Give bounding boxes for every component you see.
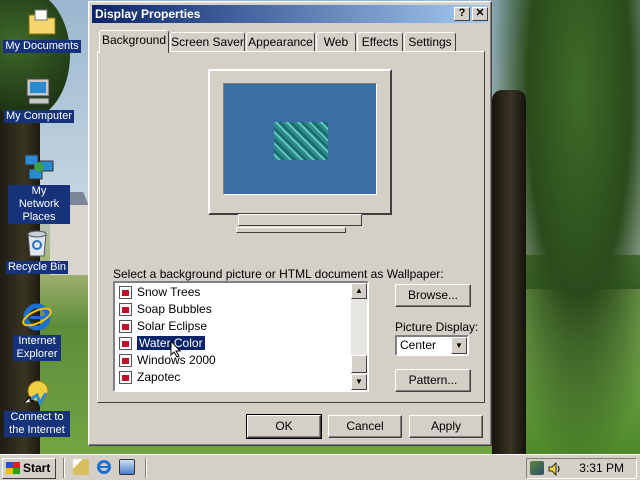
desktop-icon-label: My Documents [3,40,81,53]
tab-web[interactable]: Web [316,32,356,52]
ie-quicklaunch-icon[interactable] [96,459,112,475]
picture-display-value: Center [400,338,437,352]
tab-screen-saver[interactable]: Screen Saver [170,32,245,52]
list-item[interactable]: Zapotec [119,369,180,386]
desktop-icon-label-block: Internet Explorer [13,335,61,361]
wallpaper-trunk-right [492,90,526,454]
html-file-icon [119,320,132,333]
taskbar-separator [63,458,65,478]
desktop-icon-recycle-bin[interactable]: Recycle Bin [0,227,76,274]
help-button[interactable]: ? [454,7,470,21]
desktop-icon-my-documents[interactable]: My Documents [3,6,81,53]
desktop-icon-label: Internet [18,335,56,347]
desktop-icon-network-places[interactable]: My Network Places [0,151,78,224]
desktop-icon-label-block: My Network Places [8,185,70,224]
desktop-icon-label: My Computer [3,110,75,123]
windows-logo-icon [6,462,20,474]
chevron-down-icon[interactable]: ▼ [451,337,467,354]
monitor-base [236,227,346,233]
browse-button[interactable]: Browse... [395,284,471,307]
volume-icon[interactable] [547,461,563,477]
pattern-button[interactable]: Pattern... [395,369,471,392]
desktop-icon-label: Places [22,211,56,223]
picture-display-label: Picture Display: [395,320,479,334]
list-item-label: Solar Eclipse [137,319,208,333]
clock[interactable]: 3:31 PM [579,459,624,478]
html-file-icon [119,286,132,299]
apply-button[interactable]: Apply [409,415,483,438]
html-file-icon [119,354,132,367]
show-desktop-icon[interactable] [73,459,89,475]
list-item[interactable]: Solar Eclipse [119,318,207,335]
wallpaper-list[interactable]: Snow Trees Soap Bubbles Solar Eclipse Wa… [113,281,369,392]
wallpaper-prompt: Select a background picture or HTML docu… [113,267,444,281]
list-item[interactable]: Windows 2000 [119,352,216,369]
desktop-icon-label: Recycle Bin [5,261,69,274]
html-file-icon [119,337,132,350]
tab-background[interactable]: Background [99,30,169,53]
scroll-thumb[interactable] [351,355,367,373]
desktop-icon-label: My Network [18,185,60,210]
tab-settings[interactable]: Settings [404,32,456,52]
outlook-express-icon[interactable] [119,459,135,475]
computer-icon [23,76,55,108]
list-item-label: Soap Bubbles [137,302,212,316]
list-item-selected[interactable]: Water Color [119,335,206,352]
list-item-label: Zapotec [137,370,181,384]
close-button[interactable]: ✕ [472,7,488,21]
cancel-button[interactable]: Cancel [328,415,402,438]
desktop-icon-label-block: Connect to the Internet [4,411,70,437]
tab-appearance[interactable]: Appearance [246,32,315,52]
start-label: Start [23,461,51,475]
html-file-icon [119,303,132,316]
scroll-up-button[interactable]: ▲ [351,283,367,299]
scroll-down-button[interactable]: ▼ [351,374,367,390]
ie-icon [21,301,53,333]
list-item-label: Snow Trees [137,285,201,299]
display-properties-dialog: Display Properties ? ✕ Background Screen… [88,1,492,446]
start-button[interactable]: Start [2,458,56,479]
taskbar-separator [145,458,147,478]
monitor-stand [238,214,362,226]
system-tray: 3:31 PM [526,458,637,479]
wallpaper-preview [274,122,328,160]
window-title: Display Properties [95,7,201,21]
monitor-preview [208,69,392,215]
background-tab-panel: Select a background picture or HTML docu… [97,51,485,403]
title-bar[interactable]: Display Properties ? ✕ [92,5,488,23]
taskbar: Start 3:31 PM [0,454,640,480]
list-item[interactable]: Soap Bubbles [119,301,212,318]
desktop-icon-label: Connect to [10,411,64,423]
desktop-icon-connect-internet[interactable]: Connect to the Internet [0,377,76,437]
recycle-bin-icon [21,227,53,259]
list-scrollbar[interactable]: ▲ ▼ [351,283,367,390]
folder-docs-icon [26,6,58,38]
connect-internet-icon [21,377,53,409]
html-file-icon [119,371,132,384]
network-tray-icon[interactable] [530,461,544,475]
desktop-icon-internet-explorer[interactable]: Internet Explorer [0,301,76,361]
ok-button[interactable]: OK [246,414,322,439]
network-places-icon [23,151,55,183]
desktop-icon-my-computer[interactable]: My Computer [0,76,78,123]
preview-screen [223,83,377,195]
desktop-icon-label: the Internet [9,424,65,436]
picture-display-select[interactable]: Center ▼ [395,335,469,356]
desktop-icon-label: Explorer [16,348,58,360]
mouse-cursor-icon [170,340,182,358]
tab-effects[interactable]: Effects [357,32,403,52]
list-item[interactable]: Snow Trees [119,284,200,301]
